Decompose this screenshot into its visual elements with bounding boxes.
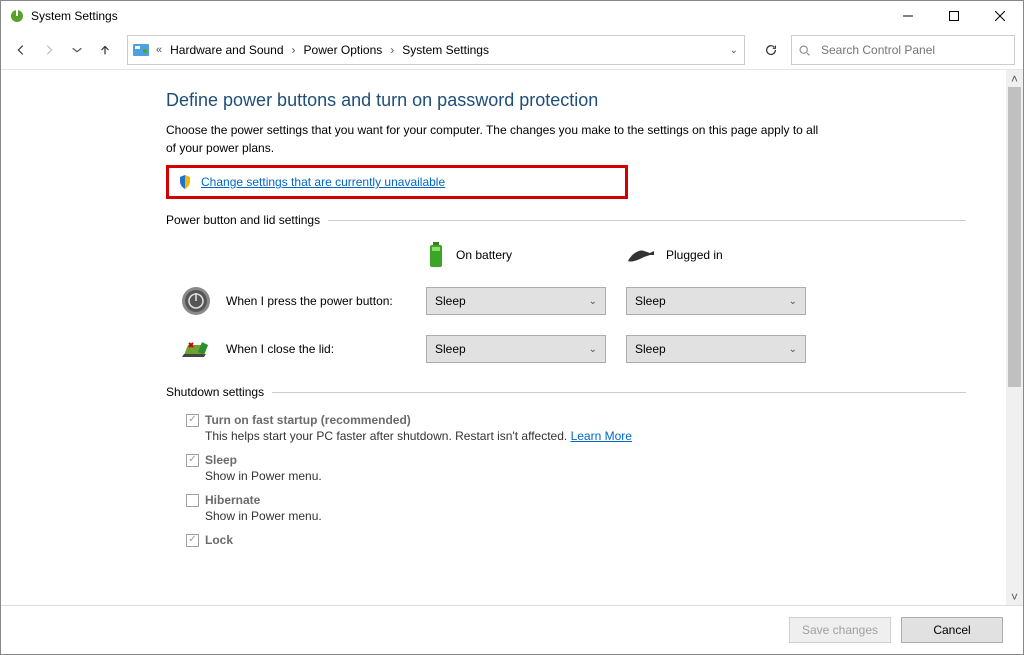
shutdown-item-sleep: Sleep Show in Power menu. [186, 453, 966, 483]
shutdown-item-fast-startup: Turn on fast startup (recommended) This … [186, 413, 966, 443]
row-power-button: When I press the power button: [166, 285, 426, 317]
section-label: Shutdown settings [166, 385, 264, 399]
lock-checkbox[interactable] [186, 534, 199, 547]
scroll-down-button[interactable]: ˅ [1006, 588, 1023, 605]
breadcrumb[interactable]: « Hardware and Sound › Power Options › S… [127, 35, 745, 65]
shield-icon [177, 174, 193, 190]
navbar: « Hardware and Sound › Power Options › S… [1, 31, 1023, 69]
recent-button[interactable] [65, 38, 89, 62]
up-button[interactable] [93, 38, 117, 62]
shutdown-item-lock: Lock [186, 533, 966, 547]
chevron-down-icon: ⌄ [789, 296, 797, 307]
back-button[interactable] [9, 38, 33, 62]
lid-battery-select[interactable]: Sleep⌄ [426, 335, 606, 363]
breadcrumb-item[interactable]: Hardware and Sound [168, 43, 285, 57]
learn-more-link[interactable]: Learn More [571, 429, 632, 443]
page-title: Define power buttons and turn on passwor… [166, 90, 966, 111]
chevron-down-icon: ⌄ [589, 296, 597, 307]
divider [328, 220, 966, 221]
battery-icon [426, 241, 446, 269]
footer: Save changes Cancel [1, 605, 1023, 654]
search-icon [798, 44, 811, 57]
admin-link-box: Change settings that are currently unava… [166, 165, 628, 199]
sleep-checkbox[interactable] [186, 454, 199, 467]
section-power-lid: Power button and lid settings On battery… [166, 213, 966, 365]
breadcrumb-item[interactable]: Power Options [302, 43, 385, 57]
breadcrumb-item[interactable]: System Settings [400, 43, 491, 57]
section-label: Power button and lid settings [166, 213, 320, 227]
forward-button[interactable] [37, 38, 61, 62]
row-lid: When I close the lid: [166, 333, 426, 365]
power-button-plugged-select[interactable]: Sleep⌄ [626, 287, 806, 315]
cancel-button[interactable]: Cancel [901, 617, 1003, 643]
content-area: Define power buttons and turn on passwor… [1, 69, 1023, 605]
chevron-right-icon: › [290, 43, 298, 57]
save-button[interactable]: Save changes [789, 617, 891, 643]
refresh-button[interactable] [755, 36, 787, 64]
column-header-plugged: Plugged in [626, 245, 806, 265]
divider [272, 392, 966, 393]
lid-icon [180, 333, 212, 365]
lid-plugged-select[interactable]: Sleep⌄ [626, 335, 806, 363]
scroll-thumb[interactable] [1008, 87, 1021, 387]
power-button-battery-select[interactable]: Sleep⌄ [426, 287, 606, 315]
vertical-scrollbar[interactable]: ˄ ˅ [1006, 70, 1023, 605]
control-panel-icon [132, 41, 150, 59]
plug-icon [626, 245, 656, 265]
window-title: System Settings [31, 9, 118, 23]
content: Define power buttons and turn on passwor… [1, 70, 1006, 605]
window: System Settings « Hardware and Sound › P… [0, 0, 1024, 655]
section-shutdown: Shutdown settings Turn on fast startup (… [166, 385, 966, 547]
hibernate-checkbox[interactable] [186, 494, 199, 507]
search-box[interactable] [791, 35, 1015, 65]
page-subtitle: Choose the power settings that you want … [166, 121, 826, 157]
chevron-down-icon[interactable]: ⌄ [728, 45, 740, 56]
maximize-button[interactable] [931, 1, 977, 31]
power-button-icon [180, 285, 212, 317]
minimize-button[interactable] [885, 1, 931, 31]
fast-startup-checkbox[interactable] [186, 414, 199, 427]
app-icon [9, 8, 25, 24]
column-header-battery: On battery [426, 241, 606, 269]
shutdown-item-hibernate: Hibernate Show in Power menu. [186, 493, 966, 523]
search-input[interactable] [819, 42, 1008, 58]
breadcrumb-overflow-icon[interactable]: « [154, 44, 164, 56]
scroll-up-button[interactable]: ˄ [1006, 70, 1023, 87]
chevron-right-icon: › [388, 43, 396, 57]
chevron-down-icon: ⌄ [589, 344, 597, 355]
chevron-down-icon: ⌄ [789, 344, 797, 355]
close-button[interactable] [977, 1, 1023, 31]
titlebar: System Settings [1, 1, 1023, 31]
admin-change-link[interactable]: Change settings that are currently unava… [201, 175, 445, 189]
